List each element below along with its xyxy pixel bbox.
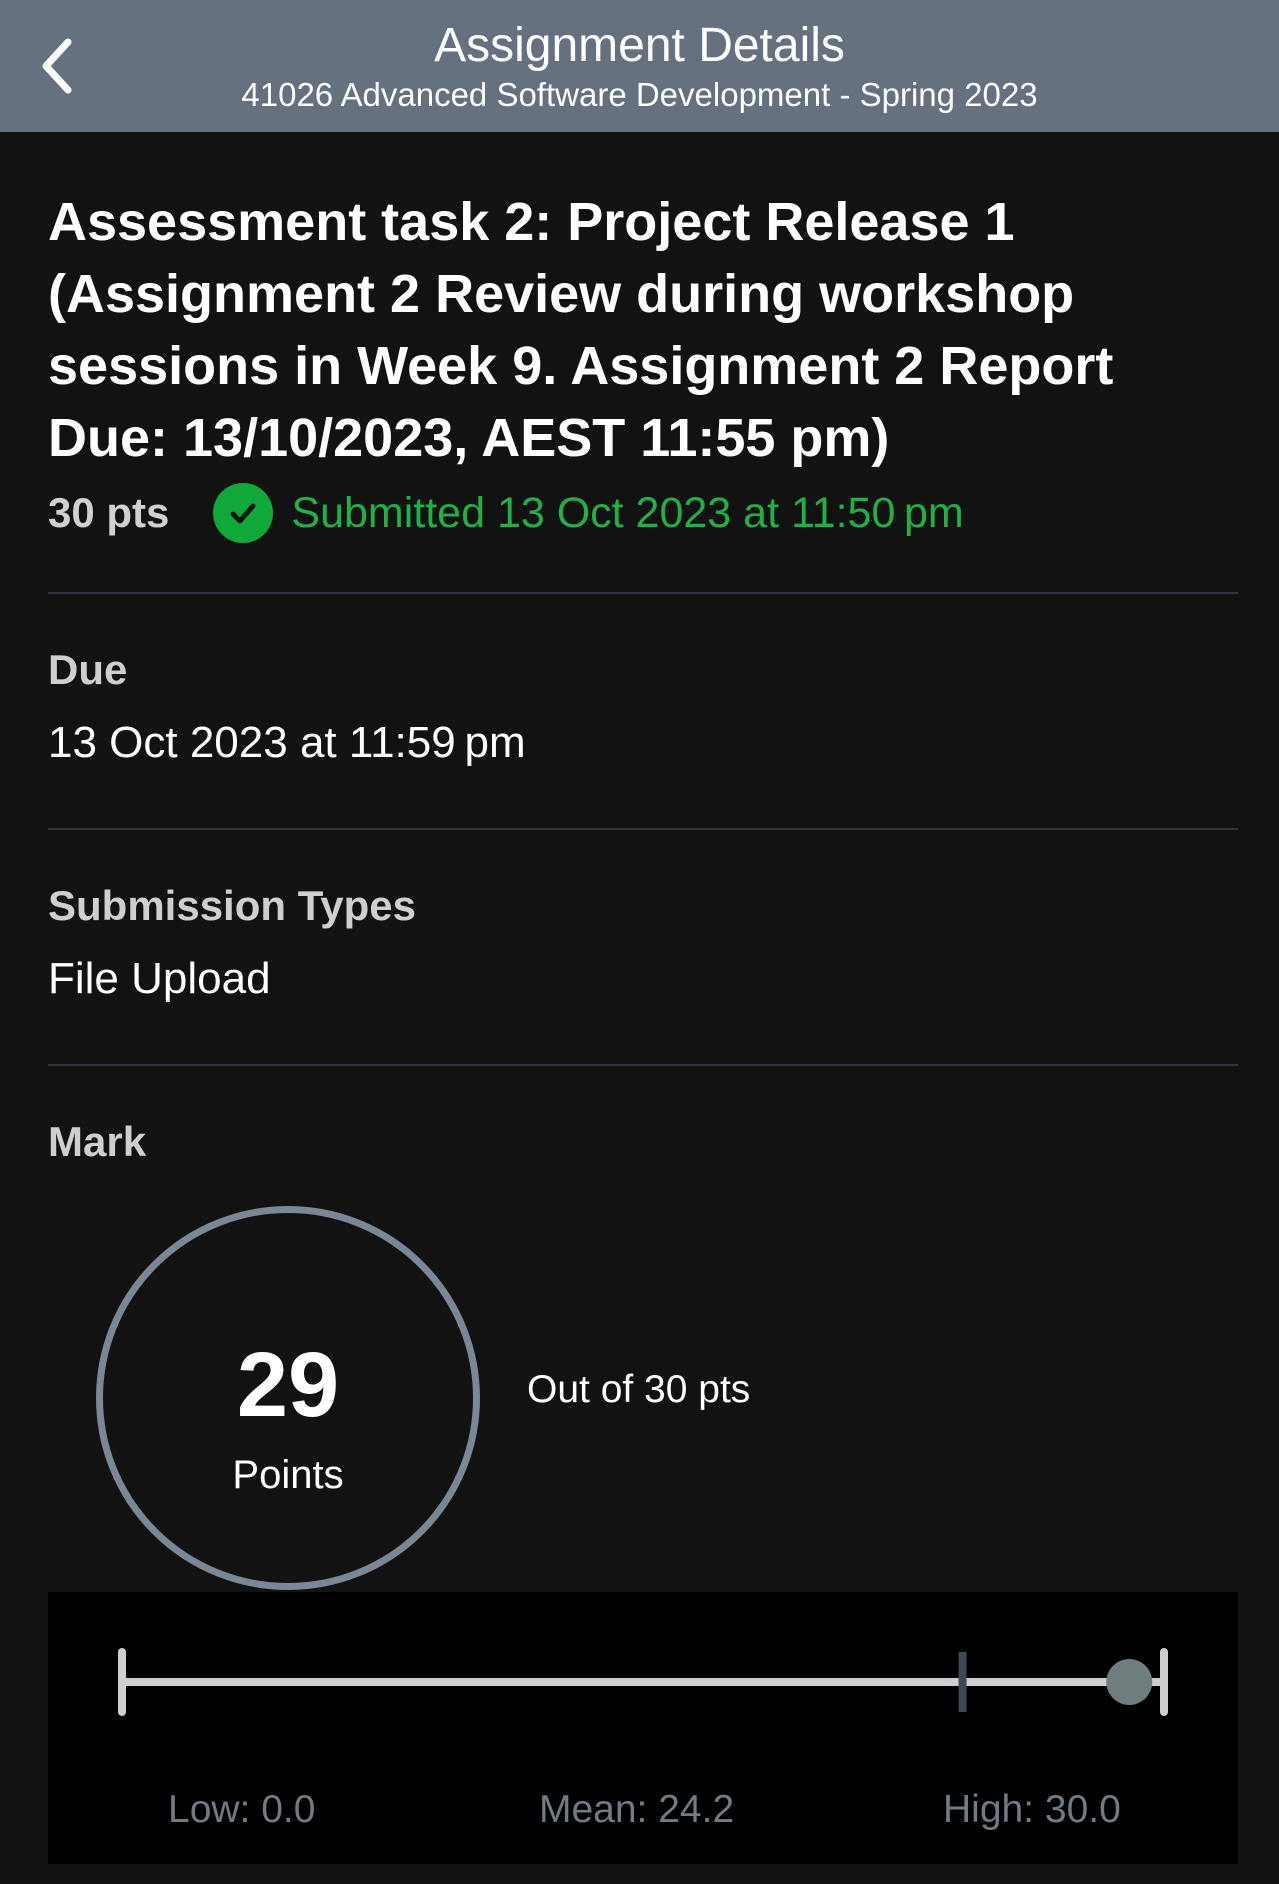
submission-status: Submitted 13 Oct 2023 at 11:50 pm: [291, 488, 964, 537]
score-unit: Points: [232, 1453, 344, 1497]
grade-statistics: Low: 0.0 Mean: 24.2 High: 30.0: [48, 1592, 1238, 1864]
submission-types-label: Submission Types: [48, 882, 416, 929]
score-ring: 29 Points: [96, 1206, 480, 1590]
mean-label: Mean: 24.2: [539, 1788, 735, 1831]
check-circle-icon: [213, 483, 274, 543]
nav-bar: Assignment Details 41026 Advanced Softwa…: [0, 0, 1279, 132]
course-subtitle: 41026 Advanced Software Development - Sp…: [241, 76, 1038, 113]
out-of-total: Out of 30 pts: [527, 1368, 751, 1411]
score-value: 29: [236, 1334, 340, 1436]
due-label: Due: [48, 646, 128, 693]
assignment-meta: 30 pts Submitted 13 Oct 2023 at 11:50 pm: [48, 480, 1238, 546]
due-value: 13 Oct 2023 at 11:59 pm: [48, 718, 526, 767]
mark-row: 29 Points Out of 30 pts: [48, 1206, 1238, 1606]
due-section: Due 13 Oct 2023 at 11:59 pm: [48, 594, 1238, 828]
points-value: 30 pts: [48, 489, 170, 536]
page-title: Assignment Details: [434, 19, 845, 72]
score-marker: [1106, 1659, 1153, 1705]
assignment-details: Assessment task 2: Project Release 1 (As…: [48, 132, 1238, 1606]
assignment-title: Assessment task 2: Project Release 1 (As…: [48, 192, 1114, 468]
low-label: Low: 0.0: [168, 1788, 316, 1831]
mark-section: Mark 29 Points Out of 30 pts: [48, 1066, 1238, 1606]
mark-label: Mark: [48, 1118, 147, 1165]
high-label: High: 30.0: [943, 1788, 1121, 1831]
submission-types-value: File Upload: [48, 954, 271, 1003]
submission-types-section: Submission Types File Upload: [48, 830, 1238, 1064]
